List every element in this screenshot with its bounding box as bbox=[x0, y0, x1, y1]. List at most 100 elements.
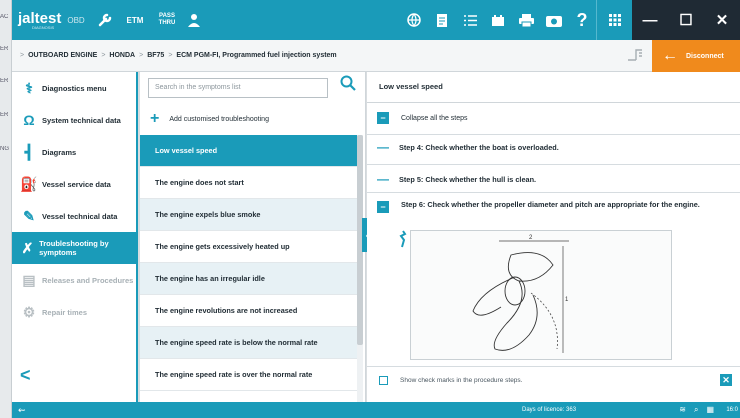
breadcrumb-item[interactable]: OUTBOARD ENGINE bbox=[28, 52, 97, 59]
close-icon[interactable]: ✕ bbox=[720, 374, 732, 386]
menu-item-troubleshooting[interactable]: ✗ Troubleshooting by symptoms bbox=[12, 232, 136, 264]
menu-item-label: Releases and Procedures bbox=[42, 275, 134, 285]
list-icon[interactable] bbox=[456, 0, 484, 40]
clipboard-icon: ▤ bbox=[22, 271, 36, 288]
list-item[interactable]: The engine gets excessively heated up bbox=[140, 231, 358, 263]
brand-section: OBD bbox=[67, 16, 85, 25]
symptoms-panel: Search in the symptoms list + Add custom… bbox=[140, 72, 366, 402]
pass-thru-label-2: THRU bbox=[158, 20, 176, 26]
divider bbox=[367, 134, 740, 135]
show-checkmarks-checkbox[interactable] bbox=[379, 376, 388, 385]
list-item[interactable]: Low vessel speed bbox=[140, 135, 358, 167]
show-checkmarks-label: Show check marks in the procedure steps. bbox=[400, 377, 523, 384]
menu-item-releases[interactable]: ▤ Releases and Procedures bbox=[12, 264, 136, 296]
menu-item-label: Vessel technical data bbox=[42, 211, 118, 221]
menu-item-label: Vessel service data bbox=[42, 179, 111, 189]
arrow-left-icon: ← bbox=[662, 47, 678, 64]
steps-title: Low vessel speed bbox=[379, 82, 443, 91]
steps-panel: Low vessel speed − Collapse all the step… bbox=[367, 72, 740, 402]
list-item[interactable]: The engine speed rate is below the norma… bbox=[140, 327, 358, 359]
menu-item-repair-times[interactable]: ⚙ Repair times bbox=[12, 296, 136, 328]
show-checkmarks-option[interactable]: Show check marks in the procedure steps. bbox=[379, 376, 522, 385]
breadcrumb-separator: > bbox=[168, 52, 173, 59]
pass-thru-button[interactable]: PASS THRU bbox=[152, 13, 182, 27]
globe-icon[interactable] bbox=[400, 0, 428, 40]
disconnect-label: Disconnect bbox=[686, 52, 724, 60]
symptom-scrollbar[interactable] bbox=[357, 135, 363, 402]
list-item[interactable]: The engine has an irregular idle bbox=[140, 263, 358, 295]
step-6[interactable]: − Step 6: Check whether the propeller di… bbox=[377, 200, 729, 213]
battery-icon[interactable] bbox=[484, 0, 512, 40]
top-toolbar: jaltest OBD DIAGNOSIS ETM PASS THRU ? — … bbox=[12, 0, 740, 40]
step-5[interactable]: — Step 5: Check whether the hull is clea… bbox=[377, 172, 729, 186]
list-item[interactable]: The engine speed rate is over the normal… bbox=[140, 359, 358, 391]
collapse-all-label: Collapse all the steps bbox=[401, 114, 468, 122]
menu-item-vessel-service-data[interactable]: ⛽ Vessel service data bbox=[12, 168, 136, 200]
camera-icon[interactable] bbox=[540, 0, 568, 40]
edge-text: AC bbox=[0, 14, 9, 20]
list-item[interactable]: The engine revolutions are not increased bbox=[140, 295, 358, 327]
status-bar: ⇜ Days of licence: 363 ≋ ⌕ ▦ 16:0 bbox=[12, 402, 740, 418]
oil-can-icon: ⛽ bbox=[20, 175, 38, 192]
menu-item-vessel-technical-data[interactable]: ✎ Vessel technical data bbox=[12, 200, 136, 232]
menu-item-diagrams[interactable]: ┫ Diagrams bbox=[12, 136, 136, 168]
printer-icon[interactable] bbox=[512, 0, 540, 40]
propeller-figure: 2 1 bbox=[410, 230, 672, 360]
left-menu: ⚕ Diagnostics menu Ω System technical da… bbox=[12, 72, 138, 402]
menu-item-diagnostics[interactable]: ⚕ Diagnostics menu bbox=[12, 72, 136, 104]
step-label: Step 4: Check whether the boat is overlo… bbox=[399, 142, 559, 152]
step-label: Step 5: Check whether the hull is clean. bbox=[399, 174, 537, 184]
document-icon[interactable] bbox=[428, 0, 456, 40]
divider bbox=[367, 192, 740, 193]
step-label: Step 6: Check whether the propeller diam… bbox=[401, 200, 700, 209]
collapse-icon: − bbox=[377, 112, 389, 124]
calendar-icon: ▦ bbox=[706, 405, 714, 414]
figure-dimension-2: 2 bbox=[529, 235, 533, 241]
toolbar-right: ? — ☐ ✕ bbox=[400, 0, 740, 40]
background-window-edge: AC ER ER ER NG bbox=[0, 0, 12, 418]
wrench-icon[interactable] bbox=[92, 12, 118, 28]
menu-item-label: Diagrams bbox=[42, 147, 77, 157]
back-button[interactable]: < bbox=[20, 365, 31, 386]
collapse-step-icon: — bbox=[377, 172, 389, 186]
etm-button[interactable]: ETM bbox=[118, 16, 152, 25]
info-icon[interactable] bbox=[399, 230, 407, 251]
divider bbox=[367, 102, 740, 103]
symptom-list: Low vessel speed The engine does not sta… bbox=[140, 135, 358, 391]
collapse-step-icon: — bbox=[377, 140, 389, 154]
menu-item-system-technical-data[interactable]: Ω System technical data bbox=[12, 104, 136, 136]
add-label: Add customised troubleshooting bbox=[169, 115, 269, 123]
add-custom-troubleshooting-button[interactable]: + Add customised troubleshooting bbox=[150, 110, 269, 128]
tools-icon: ✗ bbox=[21, 239, 34, 256]
minimize-icon[interactable]: — bbox=[632, 0, 668, 40]
wrench-icon: ✎ bbox=[23, 207, 35, 224]
list-item[interactable]: The engine expels blue smoke bbox=[140, 199, 358, 231]
diagram-icon: ┫ bbox=[24, 143, 34, 160]
close-icon[interactable]: ✕ bbox=[704, 0, 740, 40]
figure-dimension-1: 1 bbox=[565, 297, 569, 303]
help-icon[interactable]: ? bbox=[568, 0, 596, 40]
disconnect-button[interactable]: ← Disconnect bbox=[652, 40, 740, 72]
pass-thru-label-1: PASS bbox=[159, 13, 175, 19]
person-icon[interactable] bbox=[182, 13, 206, 27]
step-4[interactable]: — Step 4: Check whether the boat is over… bbox=[377, 140, 729, 154]
usb-icon: ⇜ bbox=[18, 404, 26, 415]
connection-status-icon bbox=[626, 48, 644, 65]
search-icon[interactable] bbox=[340, 75, 356, 96]
breadcrumb-item[interactable]: BF75 bbox=[147, 52, 164, 59]
grid-icon[interactable] bbox=[596, 0, 632, 40]
brand-sub: DIAGNOSIS bbox=[32, 25, 55, 30]
search-input[interactable]: Search in the symptoms list bbox=[148, 78, 328, 98]
brand-logo: jaltest OBD DIAGNOSIS bbox=[12, 10, 92, 30]
menu-item-label: Troubleshooting by symptoms bbox=[39, 239, 109, 257]
breadcrumb-item[interactable]: ECM PGM-FI, Programmed fuel injection sy… bbox=[176, 52, 336, 59]
menu-item-label: Diagnostics menu bbox=[42, 83, 107, 93]
stethoscope-icon: ⚕ bbox=[25, 79, 33, 96]
maximize-icon[interactable]: ☐ bbox=[668, 0, 704, 40]
breadcrumb-item[interactable]: HONDA bbox=[109, 52, 135, 59]
collapse-all-toggle[interactable]: − Collapse all the steps bbox=[377, 112, 468, 124]
plus-icon: + bbox=[150, 110, 160, 127]
collapse-step-icon: − bbox=[377, 201, 389, 213]
list-item[interactable]: The engine does not start bbox=[140, 167, 358, 199]
edge-text: ER bbox=[0, 46, 9, 52]
